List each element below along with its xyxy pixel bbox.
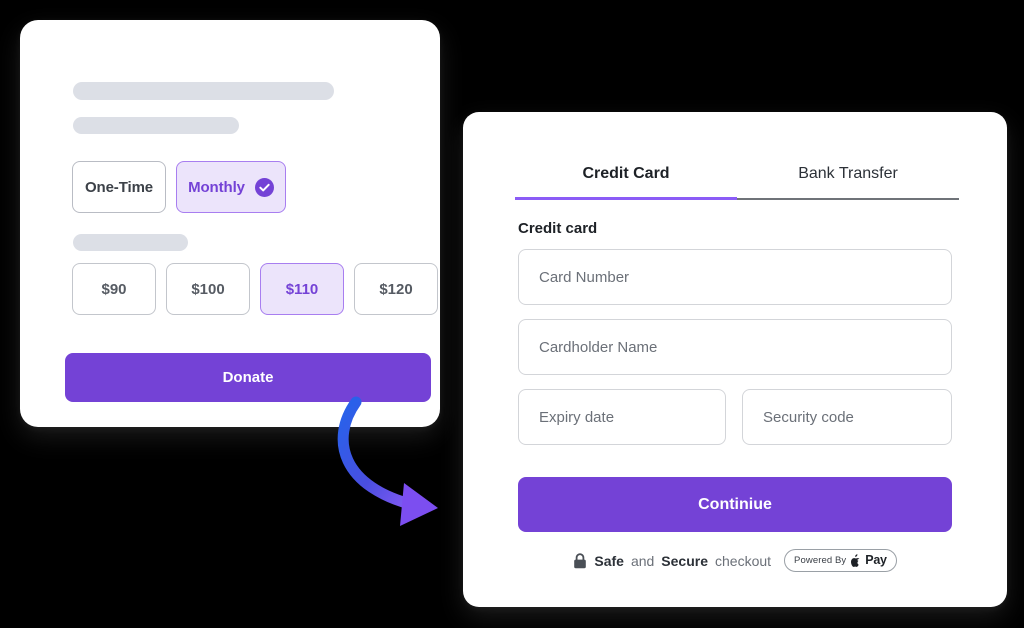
frequency-option-monthly-label: Monthly bbox=[188, 178, 245, 196]
amount-option-100[interactable]: $100 bbox=[166, 263, 250, 315]
skeleton-title-bar bbox=[73, 82, 334, 100]
continue-button-label: Continiue bbox=[698, 495, 772, 513]
amount-option-120[interactable]: $120 bbox=[354, 263, 438, 315]
tab-bank-transfer-label: Bank Transfer bbox=[798, 165, 898, 182]
amount-option-90[interactable]: $90 bbox=[72, 263, 156, 315]
canvas-background: One-Time Monthly $90 $100 $110 $120 Dona… bbox=[0, 0, 1024, 628]
payment-method-tabs: Credit Card Bank Transfer bbox=[515, 165, 959, 200]
secure-note-safe-word: Safe bbox=[594, 552, 624, 569]
continue-button[interactable]: Continiue bbox=[518, 477, 952, 532]
amount-option-100-label: $100 bbox=[191, 280, 225, 298]
powered-by-label: Powered By bbox=[794, 554, 847, 566]
amount-option-110[interactable]: $110 bbox=[260, 263, 344, 315]
secure-note-secure-word: Secure bbox=[661, 552, 708, 569]
powered-by-pay-badge: Powered By Pay bbox=[784, 549, 897, 572]
check-circle-icon bbox=[254, 177, 274, 197]
apple-logo-icon bbox=[851, 553, 860, 567]
amount-option-120-label: $120 bbox=[379, 280, 413, 298]
donate-button-label: Donate bbox=[222, 369, 274, 386]
card-number-input[interactable] bbox=[518, 249, 952, 305]
frequency-option-one-time-label: One-Time bbox=[84, 178, 154, 196]
lock-icon bbox=[574, 552, 587, 568]
expiry-date-input[interactable] bbox=[518, 389, 726, 445]
frequency-option-one-time[interactable]: One-Time bbox=[72, 161, 166, 213]
skeleton-amount-label-bar bbox=[73, 234, 188, 251]
tab-bank-transfer[interactable]: Bank Transfer bbox=[737, 165, 959, 200]
tab-credit-card-label: Credit Card bbox=[582, 165, 670, 182]
cardholder-name-input[interactable] bbox=[518, 319, 952, 375]
frequency-toggle-group: One-Time Monthly bbox=[72, 161, 286, 213]
pay-brand-word: Pay bbox=[865, 553, 887, 567]
amount-option-90-label: $90 bbox=[101, 280, 127, 298]
credit-card-section-label: Credit card bbox=[518, 220, 598, 237]
donation-card: One-Time Monthly $90 $100 $110 $120 Dona… bbox=[20, 20, 440, 427]
security-code-input[interactable] bbox=[742, 389, 952, 445]
checkout-card: Credit Card Bank Transfer Credit card Co… bbox=[463, 112, 1007, 607]
tab-credit-card[interactable]: Credit Card bbox=[515, 165, 737, 200]
frequency-option-monthly[interactable]: Monthly bbox=[176, 161, 286, 213]
secure-checkout-note: Safe and Secure checkout Powered By Pay bbox=[518, 549, 952, 572]
secure-note-conjunction: and bbox=[630, 552, 655, 569]
amount-option-group: $90 $100 $110 $120 bbox=[72, 263, 438, 315]
secure-note-suffix: checkout bbox=[715, 552, 772, 569]
amount-option-110-label: $110 bbox=[285, 280, 319, 298]
skeleton-subtitle-bar bbox=[73, 117, 239, 134]
donate-button[interactable]: Donate bbox=[65, 353, 431, 402]
